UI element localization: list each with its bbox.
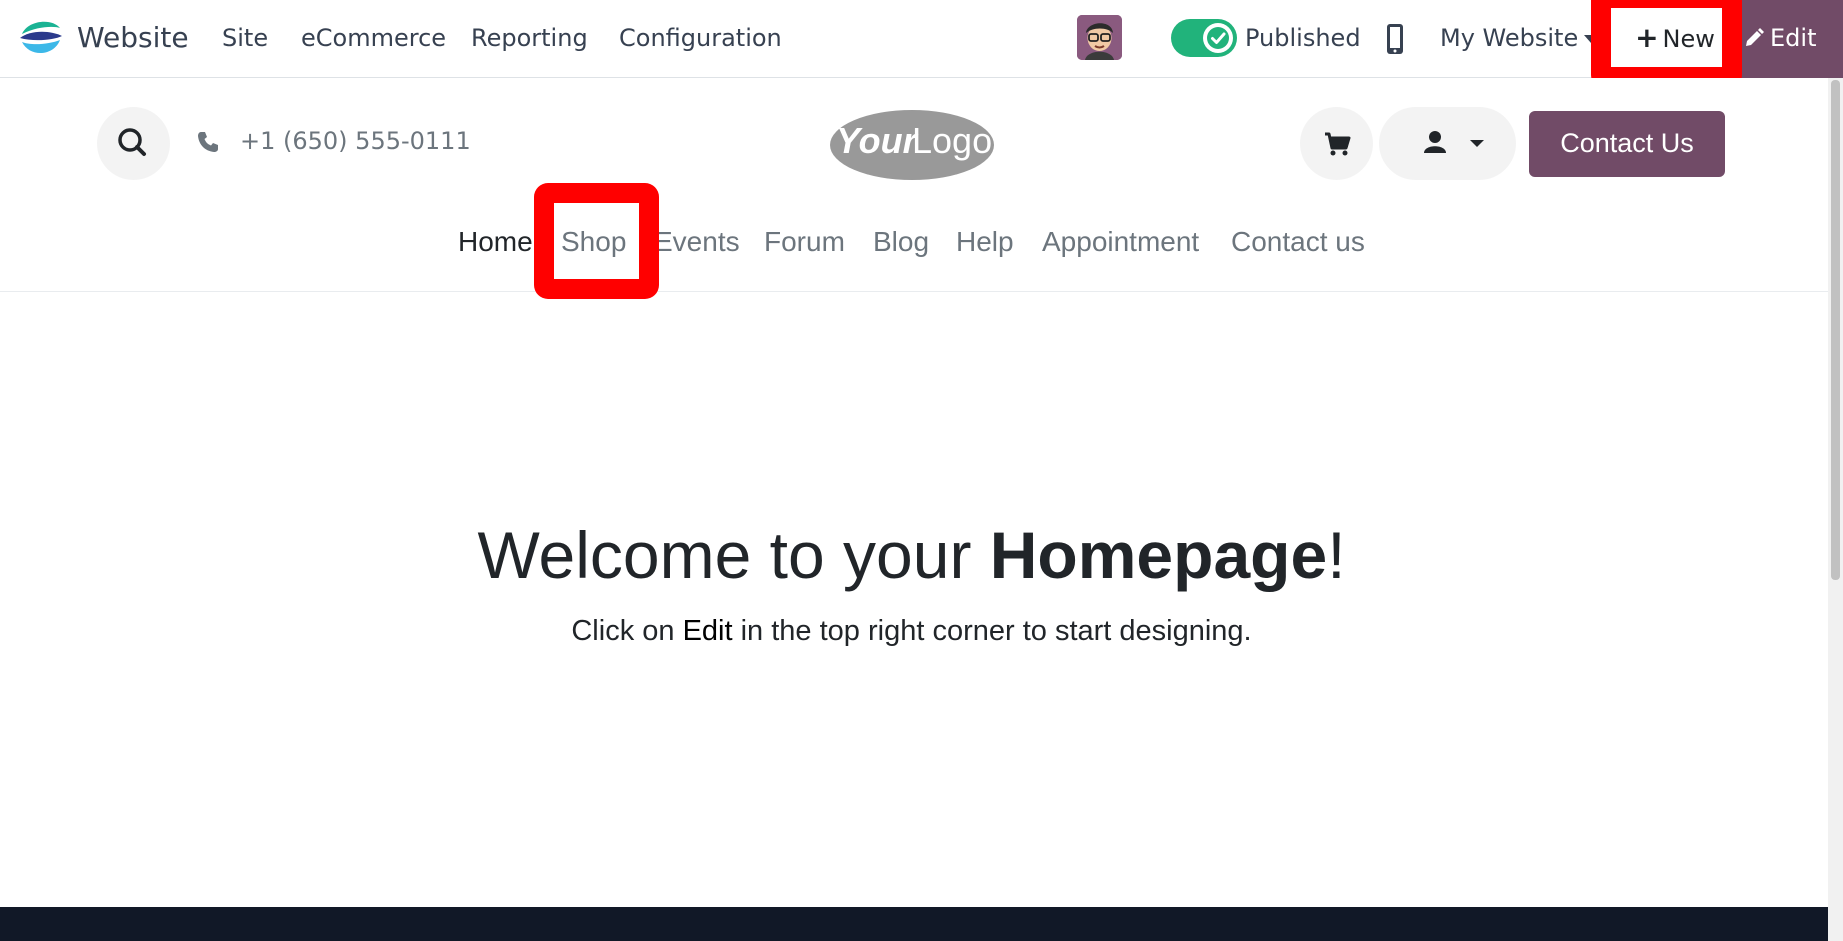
edit-button[interactable]: Edit (1740, 0, 1843, 78)
phone-icon (198, 132, 218, 152)
site-logo[interactable]: Your Logo (826, 105, 996, 181)
site-header: +1 (650) 555-0111 Your Logo Contact Us H… (0, 78, 1828, 292)
website-selector-label: My Website (1440, 24, 1579, 52)
mobile-preview-icon[interactable] (1384, 23, 1406, 55)
hero-title: Welcome to your Homepage! (0, 510, 1823, 600)
nav-help[interactable]: Help (956, 220, 1014, 264)
new-button[interactable]: + New (1610, 0, 1740, 78)
cart-icon (1325, 132, 1351, 156)
scrollbar-thumb[interactable] (1831, 80, 1840, 580)
nav-blog[interactable]: Blog (873, 220, 929, 264)
published-toggle[interactable] (1171, 19, 1237, 57)
new-button-label: New (1662, 25, 1715, 53)
hero-title-suffix: ! (1327, 518, 1346, 592)
logo-text-light: Logo (912, 120, 992, 161)
hero-subtitle-prefix: Click on (571, 615, 683, 647)
scrollbar[interactable] (1828, 78, 1843, 941)
avatar[interactable] (1077, 15, 1122, 60)
nav-events[interactable]: Events (654, 220, 740, 264)
menu-reporting[interactable]: Reporting (471, 20, 588, 56)
menu-configuration[interactable]: Configuration (619, 20, 782, 56)
nav-forum[interactable]: Forum (764, 220, 845, 264)
nav-appointment[interactable]: Appointment (1042, 220, 1199, 264)
hero-subtitle-edit: Edit (682, 615, 733, 647)
nav-shop[interactable]: Shop (561, 220, 626, 264)
contact-us-button[interactable]: Contact Us (1529, 111, 1725, 177)
logo-text-bold: Your (836, 120, 919, 161)
menu-ecommerce[interactable]: eCommerce (301, 20, 446, 56)
check-icon (1207, 27, 1229, 49)
toggle-knob (1203, 23, 1233, 53)
nav-home[interactable]: Home (458, 220, 533, 264)
edit-button-label: Edit (1770, 24, 1817, 52)
website-app-icon[interactable] (18, 14, 64, 60)
search-icon (118, 128, 146, 156)
user-menu-button[interactable] (1379, 107, 1516, 180)
website-selector[interactable]: My Website (1440, 20, 1599, 56)
app-name[interactable]: Website (77, 18, 189, 58)
nav-contact-us[interactable]: Contact us (1231, 220, 1365, 264)
caret-down-icon (1584, 35, 1599, 43)
footer (0, 907, 1828, 941)
avatar-image (1077, 15, 1122, 60)
published-label[interactable]: Published (1245, 20, 1361, 56)
plus-icon: + (1635, 21, 1659, 54)
phone-number[interactable]: +1 (650) 555-0111 (240, 124, 471, 158)
cart-button[interactable] (1300, 107, 1373, 180)
hero-title-prefix: Welcome to your (477, 518, 990, 592)
pencil-icon (1746, 28, 1764, 46)
odoo-topbar: Website Site eCommerce Reporting Configu… (0, 0, 1843, 87)
hero-title-bold: Homepage (989, 518, 1328, 592)
hero-subtitle-suffix: in the top right corner to start designi… (732, 615, 1252, 647)
search-button[interactable] (97, 107, 170, 180)
hero-subtitle: Click on Edit in the top right corner to… (0, 611, 1823, 651)
menu-site[interactable]: Site (222, 20, 268, 56)
user-icon (1424, 131, 1484, 153)
